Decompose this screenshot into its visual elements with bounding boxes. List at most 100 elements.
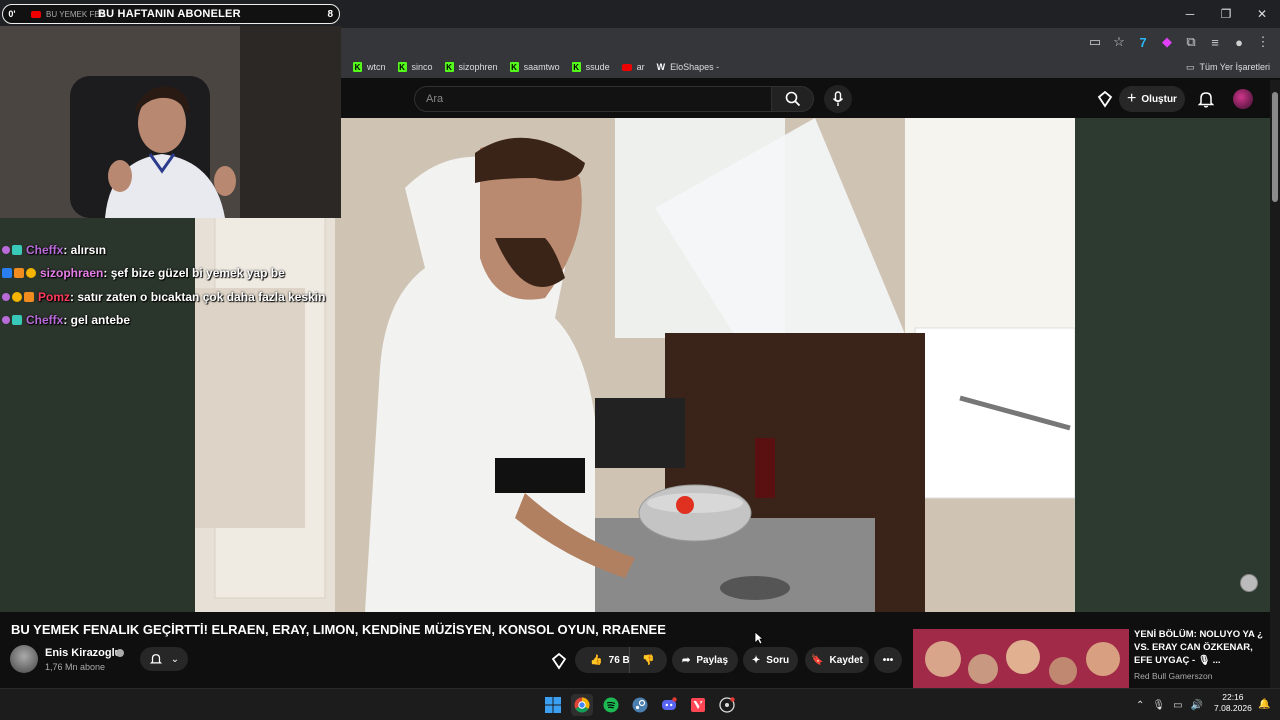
all-bookmarks-button[interactable]: ▭ Tüm Yer İşaretleri [1186,56,1270,78]
notification-center-icon[interactable]: 🔔 [1258,699,1270,710]
badge-icon [24,291,34,302]
bookmark-item[interactable]: Kwtcn [353,62,386,72]
ask-label: Soru [766,654,790,666]
chevron-up-icon[interactable]: ⌃ [1136,700,1144,711]
premium-gem-icon[interactable] [1096,90,1114,108]
verified-icon [116,649,124,657]
bookmark-label: wtcn [367,62,386,72]
user-avatar[interactable] [1233,89,1253,109]
kick-icon: K [353,62,362,72]
subscriber-ticker-bar: 0' BU YEMEK FENALIK BU HAFTANIN ABONELER… [2,4,340,24]
reading-list-icon[interactable]: ≡ [1206,33,1224,51]
bookmark-item[interactable]: Ksizophren [444,62,498,72]
recommended-video-thumbnail[interactable] [913,629,1129,688]
chat-username: Cheffx [26,313,64,328]
clock-time: 22:16 [1222,692,1244,702]
bookmarks-bar: Kwtcn Ksinco Ksizophren Ksaamtwo Kssude … [341,56,1280,78]
recommended-channel-name[interactable]: Red Bull Gamerszon [1134,671,1212,681]
subscription-notification-button[interactable]: ⌄ [140,647,188,671]
dislike-button[interactable]: 👎 [629,647,667,673]
video-side-panel [1075,118,1270,612]
extensions-puzzle-icon[interactable]: ⧉ [1182,33,1200,51]
share-label: Paylaş [696,654,729,666]
scrollbar-thumb[interactable] [1272,92,1278,202]
badge-icon [12,244,22,255]
channel-avatar[interactable] [10,645,38,673]
spotify-icon[interactable] [600,694,622,716]
obs-icon[interactable] [716,694,738,716]
chat-username: Pomz [38,289,71,304]
more-actions-button[interactable]: ••• [874,647,902,673]
search-icon [785,91,800,107]
bookmark-item[interactable]: Ksaamtwo [509,62,560,72]
window-controls: ─ ❐ ✕ [1172,0,1280,28]
plus-icon: + [1127,90,1137,107]
bookmark-item[interactable]: ar [621,62,645,72]
microphone-icon [832,91,844,106]
taskbar-apps [542,694,738,716]
valorant-icon[interactable] [687,694,709,716]
w-logo-icon: W [656,62,666,72]
taskbar-clock[interactable]: 22:16 7.08.2026 [1214,692,1252,714]
chat-message: sizophraen : şef bize güzel bi yemek yap… [2,262,347,286]
minimize-icon[interactable]: ─ [1172,0,1208,28]
webcam-image [0,26,341,218]
chat-username: Cheffx [26,242,64,257]
search-button[interactable] [771,86,814,112]
channel-name[interactable]: Enis Kirazoglu [45,647,121,659]
folder-icon: ▭ [1185,61,1195,72]
stream-chat: Cheffx : alırsın sizophraen : şef bize g… [2,238,347,332]
toolbar-icons: ▭ ☆ 7 ◆ ⧉ ≡ ● ⋮ [1086,28,1272,56]
volume-icon[interactable]: 🔊 [1191,700,1203,711]
close-icon[interactable]: ✕ [1244,0,1280,28]
create-label: Oluştur [1141,93,1177,105]
save-button[interactable]: 🔖 Kaydet [805,647,869,673]
profile-icon[interactable]: ● [1230,33,1248,51]
bookmark-item[interactable]: Ksinco [397,62,433,72]
like-count: 76 B [608,654,630,666]
badge-icon [2,245,10,254]
cast-icon[interactable]: ▭ [1086,33,1104,51]
share-button[interactable]: ➦ Paylaş [672,647,738,673]
chat-message: Cheffx : alırsın [2,238,347,262]
chrome-icon[interactable] [571,694,593,716]
windows-start-icon[interactable] [542,694,564,716]
discord-icon[interactable] [658,694,680,716]
bell-icon [149,654,162,664]
floating-avatar[interactable] [1240,574,1258,592]
create-button[interactable]: + Oluştur [1119,86,1185,112]
chat-message: Pomz : satır zaten o bıcaktan çok daha f… [2,285,347,309]
all-bookmarks-label: Tüm Yer İşaretleri [1199,62,1270,72]
bookmark-label: EloShapes - [670,62,720,72]
badge-icon [2,316,10,325]
steam-icon[interactable] [629,694,651,716]
extension-purple-icon[interactable]: ◆ [1158,33,1176,51]
microphone-icon[interactable]: 🎙 [1152,700,1165,711]
restore-icon[interactable]: ❐ [1208,0,1244,28]
chat-text: : şef bize güzel bi yemek yap be [103,266,285,281]
search-input[interactable]: Ara [414,86,772,112]
star-icon[interactable]: ☆ [1110,33,1128,51]
bookmark-label: saamtwo [523,62,560,72]
streamer-webcam [0,26,341,218]
badge-icon [12,291,22,302]
network-icon[interactable]: ▭ [1173,700,1182,711]
more-horizontal-icon: ••• [882,654,894,666]
chevron-down-icon: ⌄ [170,653,180,665]
extension-7tv-icon[interactable]: 7 [1134,33,1152,51]
notifications-bell-icon[interactable] [1196,89,1216,109]
voice-search-button[interactable] [824,85,852,113]
bookmark-item[interactable]: W EloShapes - [657,62,720,72]
sparkle-icon: ✦ [751,654,761,666]
bookmark-item[interactable]: Kssude [571,62,610,72]
chat-text: : alırsın [63,242,107,257]
bookmark-icon: 🔖 [811,654,824,666]
thumbs-up-icon: 👍 [590,654,603,666]
premium-gem-icon[interactable] [550,652,568,670]
thumbs-down-icon: 👎 [642,654,655,666]
ticker-title: BU HAFTANIN ABONELER [98,8,241,20]
ask-button[interactable]: ✦ Soru [743,647,798,673]
recommended-video-title[interactable]: YENİ BÖLÜM: NOLUYO YA ¿ VS. ERAY CAN ÖZK… [1134,628,1270,667]
bookmark-label: sizophren [458,62,498,72]
menu-kebab-icon[interactable]: ⋮ [1254,33,1272,51]
